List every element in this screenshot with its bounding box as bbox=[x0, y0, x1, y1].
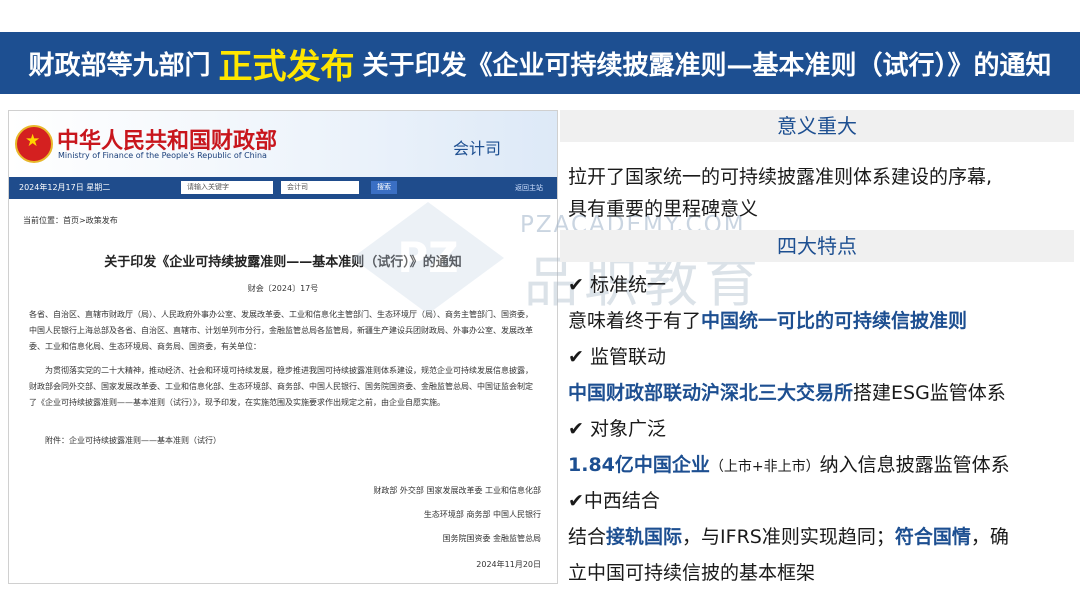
signatory-line-1: 财政部 外交部 国家发展改革委 工业和信息化部 bbox=[373, 486, 541, 495]
feature-1-desc: 意味着终于有了中国统一可比的可持续信披准则 bbox=[568, 306, 967, 333]
watermark-logo-icon: PZ bbox=[352, 202, 504, 314]
feature-3-desc-b: （上市+非上市） bbox=[709, 459, 820, 475]
feature-3-desc: 1.84亿中国企业（上市+非上市）纳入信息披露监管体系 bbox=[568, 450, 1010, 477]
significance-line-1: 拉开了国家统一的可持续披露准则体系建设的序幕, bbox=[568, 166, 993, 188]
section-title-significance: 意义重大 bbox=[560, 110, 1074, 142]
feature-4-title: ✔中西结合 bbox=[568, 490, 660, 512]
banner-prefix: 财政部等九部门 bbox=[28, 50, 211, 81]
feature-2-desc-b: 搭建ESG监管体系 bbox=[853, 382, 1006, 404]
search-input[interactable]: 请输入关键字 bbox=[181, 181, 273, 194]
site-navbar: 2024年12月17日 星期二 请输入关键字 会计司 搜索 返回主站 bbox=[9, 177, 557, 199]
search-button[interactable]: 搜索 bbox=[371, 181, 397, 194]
attachment-link[interactable]: 附件：企业可持续披露准则——基本准则（试行） bbox=[45, 433, 555, 449]
feature-2-title: ✔ 监管联动 bbox=[568, 346, 666, 368]
feature-4-desc-b: 接轨国际 bbox=[606, 526, 683, 548]
feature-3-desc-a: 1.84亿中国企业 bbox=[568, 454, 710, 476]
feature-2-desc-a: 中国财政部联动沪深北三大交易所 bbox=[568, 382, 854, 404]
feature-4-desc-a: 结合 bbox=[568, 526, 607, 548]
title-banner: 财政部等九部门 正式发布 关于印发《企业可持续披露准则—基本准则（试行）》的通知 bbox=[0, 32, 1080, 94]
department-name: 会计司 bbox=[453, 139, 502, 158]
signature-date: 2024年11月20日 bbox=[476, 560, 541, 569]
feature-4-desc-line-2: 立中国可持续信披的基本框架 bbox=[568, 562, 816, 584]
ministry-name-english: Ministry of Finance of the People's Repu… bbox=[58, 151, 267, 160]
site-header: 中华人民共和国财政部 Ministry of Finance of the Pe… bbox=[9, 111, 557, 177]
banner-highlight: 正式发布 bbox=[218, 46, 355, 87]
body-paragraph: 为贯彻落实党的二十大精神，推动经济、社会和环境可持续发展，稳步推进我国可持续披露… bbox=[29, 366, 533, 407]
current-date: 2024年12月17日 星期二 bbox=[19, 183, 111, 192]
banner-suffix: 关于印发《企业可持续披露准则—基本准则（试行）》的通知 bbox=[362, 50, 1052, 81]
signatory-line-3: 国务院国资委 金融监管总局 bbox=[442, 534, 541, 543]
ministry-webpage-screenshot: 中华人民共和国财政部 Ministry of Finance of the Pe… bbox=[8, 110, 558, 584]
svg-text:PZ: PZ bbox=[397, 233, 458, 282]
back-home-link[interactable]: 返回主站 bbox=[515, 183, 543, 193]
national-emblem-icon bbox=[15, 125, 53, 163]
feature-4-desc-c: ，与IFRS准则实现趋同； bbox=[682, 526, 895, 548]
feature-1-title: ✔ 标准统一 bbox=[568, 274, 666, 296]
search-scope-select[interactable]: 会计司 bbox=[281, 181, 359, 194]
feature-4-desc-d: 符合国情 bbox=[894, 526, 971, 548]
feature-3-title: ✔ 对象广泛 bbox=[568, 418, 666, 440]
feature-4-desc-e: ，确 bbox=[970, 526, 1009, 548]
feature-4-desc-line-1: 结合接轨国际，与IFRS准则实现趋同；符合国情，确 bbox=[568, 522, 1009, 549]
feature-1-desc-b: 中国统一可比的可持续信披准则 bbox=[701, 310, 968, 332]
breadcrumb: 当前位置：首页>政策发布 bbox=[23, 216, 118, 225]
feature-3-desc-c: 纳入信息披露监管体系 bbox=[819, 454, 1010, 476]
feature-2-desc: 中国财政部联动沪深北三大交易所搭建ESG监管体系 bbox=[568, 378, 1006, 405]
section-title-features: 四大特点 bbox=[560, 230, 1074, 262]
significance-line-2: 具有重要的里程碑意义 bbox=[568, 198, 759, 220]
signatory-line-2: 生态环境部 商务部 中国人民银行 bbox=[423, 510, 541, 519]
feature-1-desc-a: 意味着终于有了 bbox=[568, 310, 702, 332]
